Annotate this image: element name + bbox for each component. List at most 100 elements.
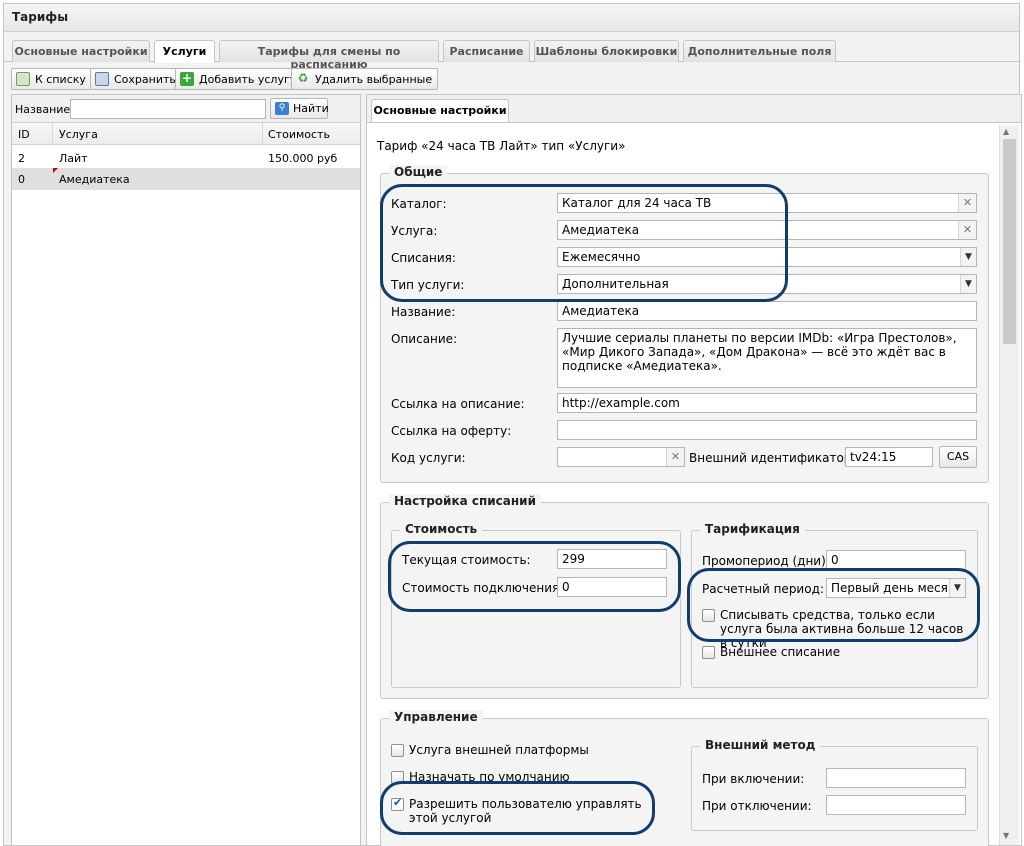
tab-main-settings[interactable]: Основные настройки (12, 40, 150, 62)
col-service[interactable]: Услуга (59, 128, 98, 141)
charges-legend: Настройка списаний (389, 494, 542, 508)
service-field[interactable]: Амедиатека ✕ (557, 220, 977, 240)
tariffication-fieldset: Тарификация Промопериод (дни): 0 Расчетн… (691, 522, 978, 688)
search-label: Название: (15, 103, 74, 116)
ext-id-field[interactable]: tv24:15 (845, 447, 933, 467)
tariffication-legend: Тарификация (700, 522, 805, 536)
link-desc-label: Ссылка на описание: (391, 397, 525, 411)
promo-label: Промопериод (дни): (702, 554, 830, 568)
recycle-icon: ♻ (297, 71, 309, 85)
on-enable-field[interactable] (826, 768, 966, 788)
col-price[interactable]: Стоимость (268, 128, 330, 141)
cas-button[interactable]: CAS (939, 446, 977, 468)
current-cost-field[interactable]: 299 (557, 549, 667, 569)
search-input[interactable] (70, 99, 266, 119)
clear-icon[interactable]: ✕ (958, 194, 976, 212)
ext-id-label: Внешний идентификатор: (689, 451, 856, 465)
connect-cost-field[interactable]: 0 (557, 577, 667, 597)
scroll-down-icon[interactable]: ▼ (1003, 831, 1009, 840)
clear-icon[interactable]: ✕ (958, 221, 976, 239)
scrollbar-thumb[interactable] (1003, 139, 1016, 344)
service-form-panel: Основные настройки ▲ ▼ Тариф «24 часа ТВ… (366, 94, 1022, 846)
assign-default-label: Назначать по умолчанию (409, 770, 570, 784)
code-label: Код услуги: (391, 451, 466, 465)
tab-extra-fields[interactable]: Дополнительные поля (683, 40, 836, 62)
col-divider (262, 123, 263, 145)
user-manage-checkbox[interactable] (391, 796, 404, 811)
name-label: Название: (391, 305, 456, 319)
external-charge-checkbox[interactable] (702, 646, 715, 659)
window-title: Тарифы (4, 4, 1019, 32)
delete-selected-button[interactable]: ♻ Удалить выбранные (291, 68, 439, 90)
current-cost-label: Текущая стоимость: (402, 553, 531, 567)
search-icon: ⚲ (275, 102, 289, 115)
on-disable-label: При отключении: (702, 799, 812, 813)
charge-select[interactable]: Ежемесячно ▼ (557, 247, 977, 267)
tab-block-templates[interactable]: Шаблоны блокировки (534, 40, 679, 62)
name-field[interactable]: Амедиатека (557, 301, 977, 321)
clear-icon[interactable]: ✕ (666, 448, 684, 466)
plus-icon: + (180, 71, 194, 86)
general-fieldset: Общие Каталог: Каталог для 24 часа ТВ ✕ У… (380, 165, 989, 483)
catalog-label: Каталог: (391, 197, 447, 211)
promo-field[interactable]: 0 (826, 550, 966, 570)
desc-label: Описание: (391, 332, 458, 346)
scrollbar[interactable]: ▲ ▼ (999, 125, 1019, 845)
find-button[interactable]: ⚲ Найти (270, 98, 329, 119)
ext-platform-checkbox[interactable] (391, 744, 404, 757)
general-legend: Общие (389, 165, 448, 179)
description-textarea[interactable]: Лучшие сериалы планеты по версии IMDb: «… (557, 328, 977, 388)
on-disable-field[interactable] (826, 795, 966, 815)
toolbar: К списку Сохранить + Добавить услугу ♻ У… (4, 64, 1019, 92)
on-enable-label: При включении: (702, 772, 805, 786)
ext-method-fieldset: Внешний метод При включении: При отключе… (691, 738, 978, 831)
active-12h-checkbox[interactable] (702, 609, 715, 622)
form-heading: Тариф «24 часа ТВ Лайт» тип «Услуги» (377, 139, 626, 153)
services-list-panel: Название: ⚲ Найти ID Услуга Стоимость 2 … (11, 94, 361, 846)
tariffs-window: Тарифы Основные настройки Услуги Тарифы … (3, 3, 1022, 846)
cost-fieldset: Стоимость Текущая стоимость: 299 Стоимос… (391, 522, 681, 688)
link-desc-field[interactable]: http://example.com (557, 393, 977, 413)
tab-schedule[interactable]: Расписание (443, 40, 530, 62)
charge-label: Списания: (391, 251, 456, 265)
external-charge-label: Внешнее списание (720, 645, 841, 659)
add-service-button[interactable]: + Добавить услугу (175, 68, 303, 90)
dirty-marker-icon (53, 168, 58, 173)
period-select[interactable]: Первый день месяца ▼ (826, 578, 966, 598)
scroll-up-icon[interactable]: ▲ (1003, 127, 1009, 136)
form-tabbar: Основные настройки (367, 95, 1021, 123)
user-manage-label: Разрешить пользователю управлять этой ус… (409, 797, 642, 825)
tab-schedule-tariffs[interactable]: Тарифы для смены по расписанию (219, 40, 439, 71)
type-label: Тип услуги: (391, 278, 465, 292)
tab-form-main[interactable]: Основные настройки (371, 99, 509, 122)
tab-services[interactable]: Услуги (154, 40, 215, 63)
ext-platform-label: Услуга внешней платформы (409, 743, 589, 757)
floppy-icon (95, 72, 109, 86)
table-row[interactable]: 2 Лайт 150.000 руб (12, 147, 360, 169)
list-icon (16, 72, 30, 86)
link-offer-label: Ссылка на оферту: (391, 424, 512, 438)
management-fieldset: Управление Услуга внешней платформы Назн… (380, 710, 989, 846)
charges-fieldset: Настройка списаний Стоимость Текущая сто… (380, 494, 989, 699)
save-button[interactable]: Сохранить (90, 68, 182, 90)
chevron-down-icon[interactable]: ▼ (960, 275, 976, 293)
ext-method-legend: Внешний метод (700, 738, 821, 752)
table-row-selected[interactable]: 0 Амедиатека (12, 168, 360, 190)
service-label: Услуга: (391, 224, 438, 238)
cost-legend: Стоимость (400, 522, 483, 536)
back-to-list-button[interactable]: К списку (11, 68, 92, 90)
chevron-down-icon[interactable]: ▼ (960, 248, 976, 266)
main-tabs: Основные настройки Услуги Тарифы для сме… (4, 36, 1019, 71)
period-label: Расчетный период: (702, 582, 824, 596)
col-divider (52, 123, 53, 145)
grid-header: ID Услуга Стоимость (12, 123, 360, 145)
connect-cost-label: Стоимость подключения: (402, 581, 564, 595)
col-id[interactable]: ID (18, 128, 30, 141)
type-select[interactable]: Дополнительная ▼ (557, 274, 977, 294)
code-field[interactable]: ✕ (557, 447, 685, 467)
link-offer-field[interactable] (557, 420, 977, 440)
chevron-down-icon[interactable]: ▼ (949, 579, 965, 597)
search-bar: Название: ⚲ Найти (12, 95, 360, 123)
assign-default-checkbox[interactable] (391, 771, 404, 784)
catalog-field[interactable]: Каталог для 24 часа ТВ ✕ (557, 193, 977, 213)
